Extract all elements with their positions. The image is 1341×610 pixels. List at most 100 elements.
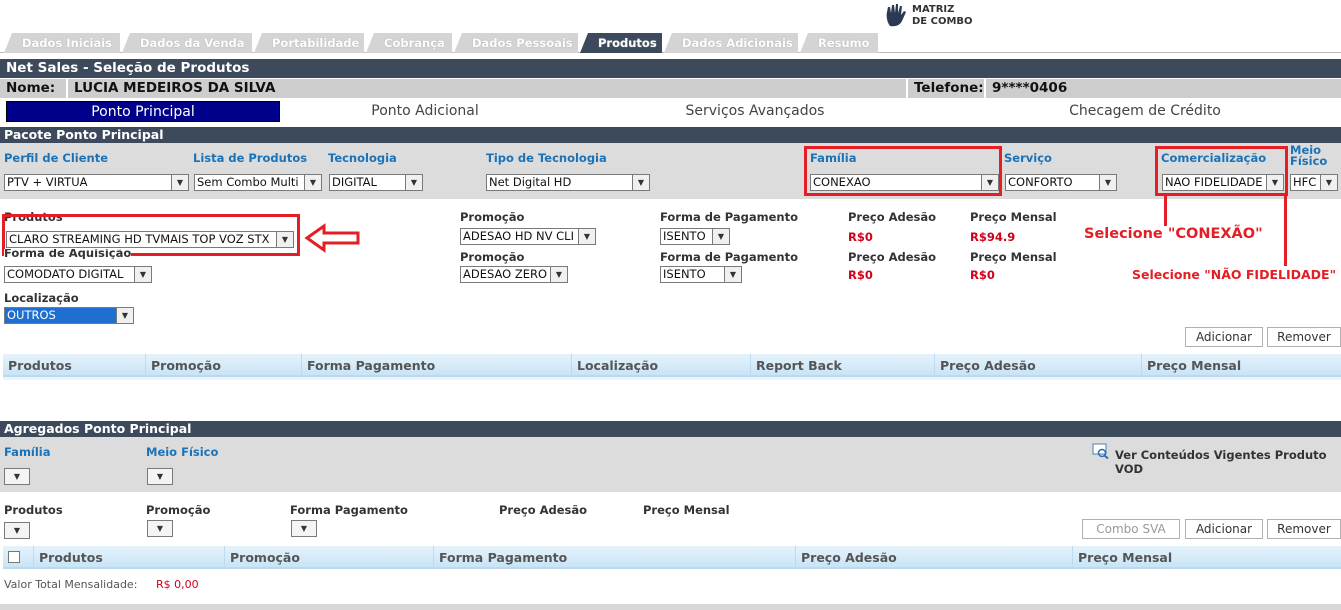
meio-fisico-label: Meio Físico bbox=[1290, 143, 1328, 168]
tipo-tecnologia-select[interactable]: Net Digital HD ▼ bbox=[486, 174, 650, 191]
agg-meio-select[interactable]: ▼ bbox=[147, 468, 173, 485]
col-agg-promocao: Promoção bbox=[224, 546, 433, 569]
matriz-de-combo-logo: MATRIZ DE COMBO bbox=[884, 2, 994, 30]
tab-dados-iniciais[interactable]: Dados Iniciais bbox=[4, 33, 120, 53]
hand-icon bbox=[886, 4, 906, 27]
agg-produtos-select[interactable]: ▼ bbox=[4, 522, 30, 539]
lista-label: Lista de Produtos bbox=[193, 151, 308, 165]
subtab-ponto-adicional[interactable]: Ponto Adicional bbox=[330, 101, 520, 122]
tab-dados-da-venda[interactable]: Dados da Venda bbox=[122, 33, 252, 53]
annotation-nao-fidelidade: Selecione "NÃO FIDELIDADE" bbox=[1132, 267, 1337, 282]
tab-portabilidade[interactable]: Portabilidade bbox=[254, 33, 364, 53]
phone-value: 9****0406 bbox=[986, 79, 1341, 98]
servico-select[interactable]: CONFORTO ▼ bbox=[1005, 174, 1117, 191]
products-table-body bbox=[3, 377, 1341, 380]
phone-label: Telefone: bbox=[908, 79, 984, 98]
agg-adicionar-button[interactable]: Adicionar bbox=[1185, 519, 1263, 539]
chevron-down-icon: ▼ bbox=[724, 267, 741, 282]
products-table-header: Produtos Promoção Forma Pagamento Locali… bbox=[3, 354, 1341, 377]
red-arrow-left-icon bbox=[304, 223, 360, 253]
name-value: LUCIA MEDEIROS DA SILVA bbox=[68, 79, 906, 98]
combo-sva-button[interactable]: Combo SVA bbox=[1082, 519, 1180, 539]
total-label: Valor Total Mensalidade: bbox=[4, 578, 138, 591]
perfil-label: Perfil de Cliente bbox=[4, 151, 109, 165]
agg-remover-button[interactable]: Remover bbox=[1267, 519, 1341, 539]
customer-info-row: Nome: LUCIA MEDEIROS DA SILVA Telefone: … bbox=[0, 79, 1341, 98]
select-all-checkbox[interactable] bbox=[8, 551, 20, 563]
agg-promocao-label: Promoção bbox=[146, 503, 211, 517]
promocao1-select[interactable]: ADESAO HD NV CLI ▼ bbox=[460, 228, 596, 245]
chevron-down-icon: ▼ bbox=[632, 175, 649, 190]
chevron-down-icon: ▼ bbox=[550, 267, 567, 282]
promocao2-label: Promoção bbox=[460, 250, 525, 264]
tab-cobranca[interactable]: Cobrança bbox=[366, 33, 452, 53]
col-preco-adesao: Preço Adesão bbox=[934, 354, 1141, 377]
subtab-checagem-de-credito[interactable]: Checagem de Crédito bbox=[1040, 101, 1250, 122]
tab-produtos[interactable]: Produtos bbox=[580, 33, 662, 53]
adesao1-value: R$0 bbox=[848, 230, 873, 244]
col-preco-mensal: Preço Mensal bbox=[1141, 354, 1341, 377]
adesao1-label: Preço Adesão bbox=[848, 210, 937, 224]
col-agg-produtos: Produtos bbox=[33, 546, 224, 569]
chevron-down-icon: ▼ bbox=[1099, 175, 1116, 190]
adesao2-label: Preço Adesão bbox=[848, 250, 937, 264]
agg-meio-label: Meio Físico bbox=[146, 445, 219, 459]
promocao2-select[interactable]: ADESAO ZERO ▼ bbox=[460, 266, 568, 283]
col-localizacao: Localização bbox=[571, 354, 750, 377]
annotation-conexao: Selecione "CONEXÃO" bbox=[1084, 226, 1263, 242]
aquisicao-label: Forma de Aquisição bbox=[4, 249, 132, 259]
logo-line-1: MATRIZ bbox=[912, 4, 955, 15]
tecnologia-select[interactable]: DIGITAL ▼ bbox=[329, 174, 423, 191]
meio-fisico-select[interactable]: HFC ▼ bbox=[1290, 174, 1338, 191]
promocao1-label: Promoção bbox=[460, 210, 525, 224]
lista-select[interactable]: Sem Combo Multi ▼ bbox=[194, 174, 322, 191]
mensal2-label: Preço Mensal bbox=[970, 250, 1057, 264]
tipo-tecnologia-label: Tipo de Tecnologia bbox=[486, 151, 607, 165]
total-value: R$ 0,00 bbox=[156, 578, 199, 591]
agg-adesao-label: Preço Adesão bbox=[499, 503, 588, 517]
adicionar-button[interactable]: Adicionar bbox=[1185, 327, 1263, 347]
subtab-bar: Ponto Principal Ponto Adicional Serviços… bbox=[0, 101, 1341, 122]
mensal2-value: R$0 bbox=[970, 268, 995, 282]
horizontal-scrollbar[interactable] bbox=[0, 604, 1341, 610]
agg-mensal-label: Preço Mensal bbox=[643, 503, 730, 517]
agg-promocao-select[interactable]: ▼ bbox=[147, 520, 173, 537]
tab-dados-pessoais[interactable]: Dados Pessoais bbox=[454, 33, 578, 53]
col-select-all bbox=[3, 546, 33, 569]
col-agg-forma-pagamento: Forma Pagamento bbox=[433, 546, 795, 569]
localizacao-select[interactable]: OUTROS ▼ bbox=[4, 307, 134, 324]
subtab-ponto-principal[interactable]: Ponto Principal bbox=[6, 101, 280, 122]
tab-resumo[interactable]: Resumo bbox=[800, 33, 878, 53]
vod-link[interactable]: Ver Conteúdos Vigentes Produto VOD bbox=[1115, 448, 1341, 476]
localizacao-label: Localização bbox=[4, 291, 79, 305]
mensal1-label: Preço Mensal bbox=[970, 210, 1057, 224]
remover-button[interactable]: Remover bbox=[1267, 327, 1341, 347]
chevron-down-icon: ▼ bbox=[171, 175, 188, 190]
agg-familia-label: Família bbox=[4, 445, 51, 459]
section-pacote-ponto-principal: Pacote Ponto Principal bbox=[0, 127, 1341, 143]
col-agg-preco-adesao: Preço Adesão bbox=[795, 546, 1072, 569]
highlight-comercializacao bbox=[1155, 146, 1288, 196]
mensal1-value: R$94.9 bbox=[970, 230, 1016, 244]
pagamento2-select[interactable]: ISENTO ▼ bbox=[660, 266, 742, 283]
tab-dados-adicionais[interactable]: Dados Adicionais bbox=[664, 33, 798, 53]
agregados-table-header: Produtos Promoção Forma Pagamento Preço … bbox=[3, 546, 1341, 569]
chevron-down-icon: ▼ bbox=[116, 308, 133, 323]
chevron-down-icon: ▼ bbox=[712, 229, 729, 244]
tecnologia-label: Tecnologia bbox=[328, 151, 397, 165]
main-tab-bar: Dados Iniciais Dados da Venda Portabilid… bbox=[0, 33, 1341, 53]
col-agg-preco-mensal: Preço Mensal bbox=[1072, 546, 1341, 569]
perfil-select[interactable]: PTV + VIRTUA ▼ bbox=[4, 174, 189, 191]
chevron-down-icon: ▼ bbox=[134, 267, 151, 282]
aquisicao-select[interactable]: COMODATO DIGITAL ▼ bbox=[4, 266, 152, 283]
adesao2-value: R$0 bbox=[848, 268, 873, 282]
pagamento1-select[interactable]: ISENTO ▼ bbox=[660, 228, 730, 245]
agg-pagamento-label: Forma Pagamento bbox=[290, 503, 408, 517]
pagamento1-label: Forma de Pagamento bbox=[660, 210, 798, 224]
agg-familia-select[interactable]: ▼ bbox=[4, 468, 30, 485]
subtab-servicos-avancados[interactable]: Serviços Avançados bbox=[660, 101, 850, 122]
section-agregados-ponto-principal: Agregados Ponto Principal bbox=[0, 421, 1341, 437]
search-document-icon[interactable] bbox=[1092, 443, 1110, 459]
agg-pagamento-select[interactable]: ▼ bbox=[291, 520, 317, 537]
servico-label: Serviço bbox=[1004, 151, 1052, 165]
